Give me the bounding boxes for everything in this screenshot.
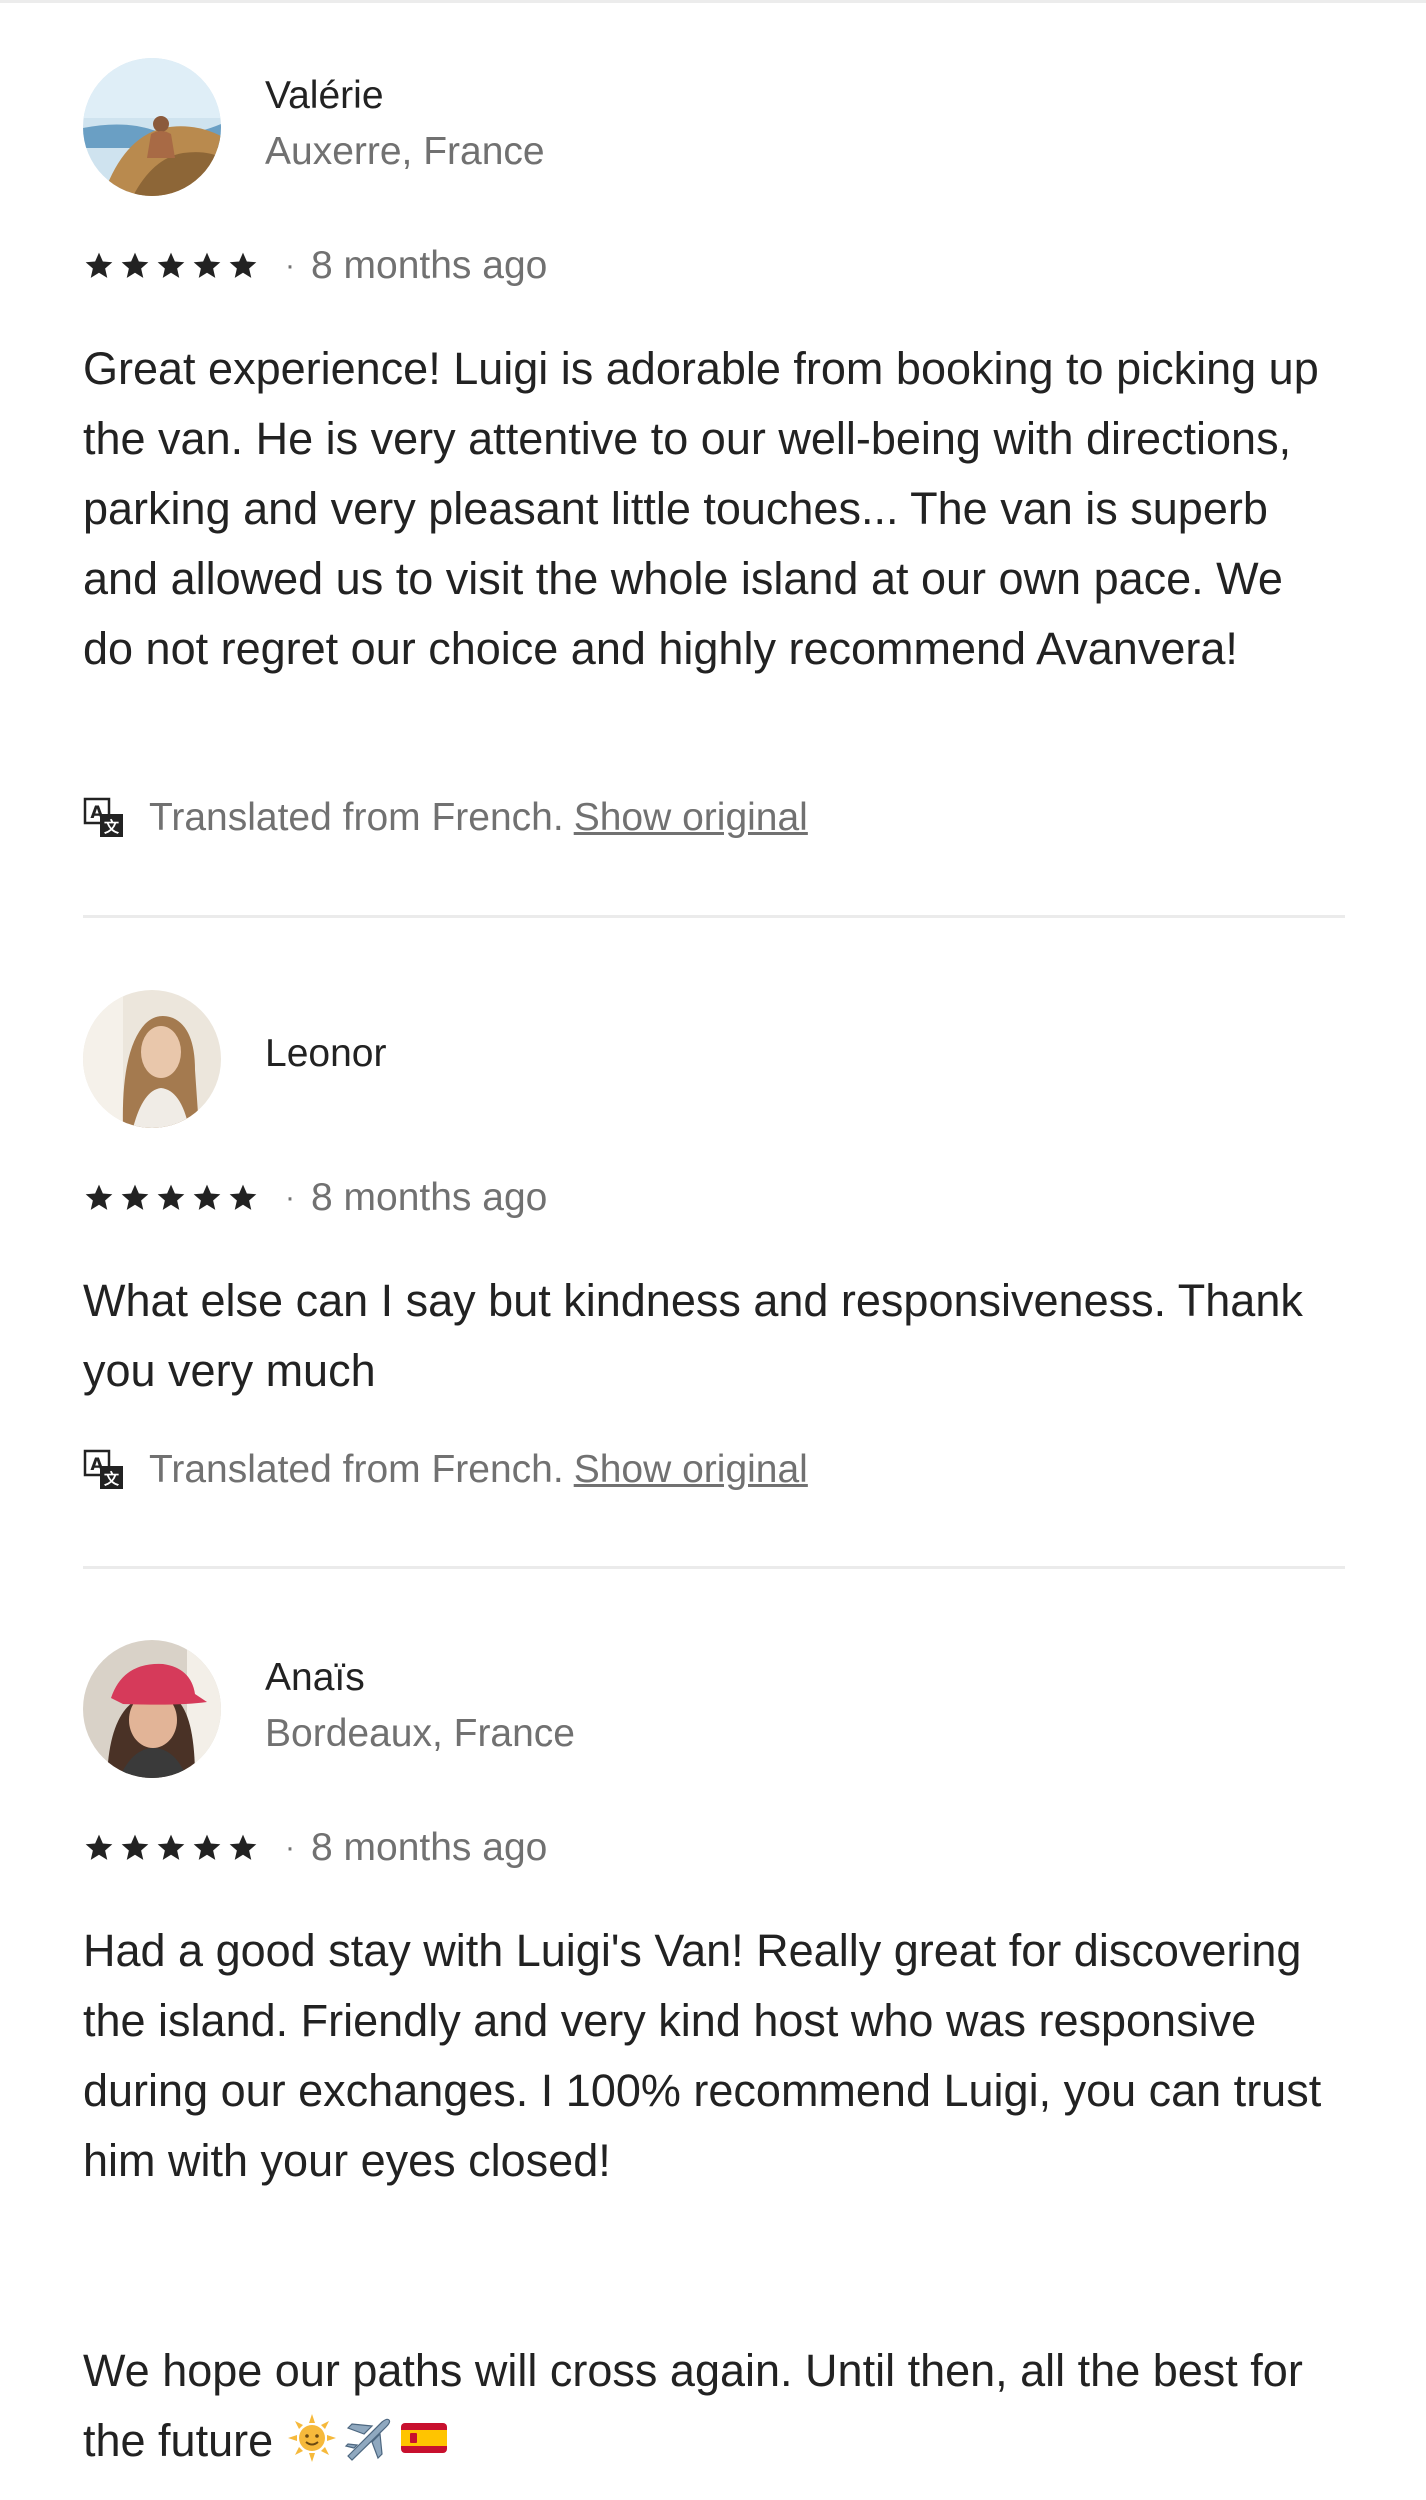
translation-note: A 文 Translated from French. Show origina… — [83, 793, 1345, 843]
reviewer-name: Anaïs — [265, 1656, 365, 1699]
avatar[interactable] — [83, 58, 221, 196]
review-text: Great experience! Luigi is adorable from… — [83, 343, 1332, 674]
star-icon — [193, 1184, 221, 1210]
star-icon — [85, 252, 113, 278]
star-rating — [83, 1182, 259, 1214]
show-original-link[interactable]: Show original — [574, 1448, 808, 1492]
star-icon — [121, 1184, 149, 1210]
rating-row: · 8 months ago — [83, 242, 1345, 290]
sun-emoji — [287, 2414, 336, 2462]
star-icon — [85, 1834, 113, 1860]
star-icon — [229, 1834, 257, 1860]
translate-icon: A 文 — [83, 1449, 123, 1489]
star-icon — [157, 1834, 185, 1860]
avatar-photo — [83, 58, 221, 196]
star-rating — [83, 250, 259, 282]
review-divider — [83, 1566, 1345, 1569]
translated-from-label: Translated from French. — [149, 796, 564, 839]
separator-dot: · — [285, 1831, 295, 1864]
top-divider — [0, 0, 1426, 3]
review-text: What else can I say but kindness and res… — [83, 1275, 1316, 1396]
translation-note: A 文 Translated from French. Show origina… — [83, 1445, 1345, 1495]
review-text-closing: We hope our paths will cross again. Unti… — [83, 2336, 1345, 2476]
review-text-closing-line: We hope our paths will cross again. Unti… — [83, 2345, 1316, 2466]
svg-text:文: 文 — [104, 818, 120, 836]
emoji-group — [286, 2412, 450, 2464]
spain-flag-emoji — [400, 2423, 447, 2453]
star-icon — [121, 252, 149, 278]
star-rating — [83, 1832, 259, 1864]
review-date: 8 months ago — [311, 1826, 548, 1869]
star-icon — [85, 1184, 113, 1210]
translate-icon: A 文 — [83, 797, 123, 837]
reviewer-header[interactable]: Valérie Auxerre, France — [83, 58, 1345, 198]
star-icon — [121, 1834, 149, 1860]
translated-from-label: Translated from French. — [149, 1448, 564, 1491]
star-icon — [229, 252, 257, 278]
review-date: 8 months ago — [311, 1176, 548, 1219]
reviewer-header[interactable]: Anaïs Bordeaux, France — [83, 1640, 1345, 1780]
separator-dot: · — [285, 1181, 295, 1214]
reviewer-location: Bordeaux, France — [265, 1712, 576, 1755]
separator-dot: · — [285, 249, 295, 282]
airplane-emoji — [344, 2418, 390, 2461]
avatar[interactable] — [83, 1640, 221, 1778]
star-icon — [229, 1184, 257, 1210]
star-icon — [193, 252, 221, 278]
avatar-photo — [83, 990, 221, 1128]
reviewer-name: Valérie — [265, 74, 384, 117]
star-icon — [193, 1834, 221, 1860]
show-original-link[interactable]: Show original — [574, 796, 808, 840]
reviewer-header[interactable]: Leonor — [83, 990, 1345, 1130]
rating-row: · 8 months ago — [83, 1824, 1345, 1872]
star-icon — [157, 252, 185, 278]
star-icon — [157, 1184, 185, 1210]
reviewer-name: Leonor — [265, 1032, 387, 1075]
review-divider — [83, 915, 1345, 918]
svg-text:文: 文 — [104, 1470, 120, 1488]
avatar[interactable] — [83, 990, 221, 1128]
avatar-photo — [83, 1640, 221, 1778]
reviewer-location: Auxerre, France — [265, 130, 545, 173]
rating-row: · 8 months ago — [83, 1174, 1345, 1222]
review-text: Had a good stay with Luigi's Van! Really… — [83, 1925, 1334, 2186]
review-date: 8 months ago — [311, 244, 548, 287]
